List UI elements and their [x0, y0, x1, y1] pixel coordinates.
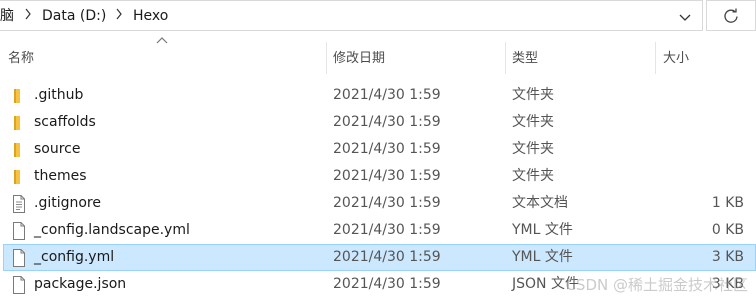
- column-divider[interactable]: [326, 42, 327, 74]
- folder-icon: [11, 141, 27, 159]
- file-name[interactable]: source: [34, 141, 81, 158]
- file-type: YML 文件: [512, 222, 573, 238]
- file-row[interactable]: scaffolds 2021/4/30 1:59 文件夹: [0, 109, 756, 136]
- file-name[interactable]: _config.yml: [34, 249, 114, 266]
- file-name[interactable]: .gitignore: [34, 195, 101, 212]
- file-date: 2021/4/30 1:59: [333, 168, 441, 184]
- file-row[interactable]: .github 2021/4/30 1:59 文件夹: [0, 82, 756, 109]
- file-date: 2021/4/30 1:59: [333, 87, 441, 103]
- breadcrumb-drive[interactable]: Data (D:): [42, 8, 106, 24]
- chevron-right-icon[interactable]: [115, 8, 123, 25]
- file-date: 2021/4/30 1:59: [333, 276, 441, 292]
- refresh-button[interactable]: [706, 0, 756, 31]
- column-header-name[interactable]: 名称: [8, 51, 34, 67]
- file-type: 文件夹: [512, 141, 554, 157]
- folder-icon: [11, 114, 27, 132]
- file-date: 2021/4/30 1:59: [333, 249, 441, 265]
- file-size: 3 KB: [711, 249, 744, 265]
- file-date: 2021/4/30 1:59: [333, 141, 441, 157]
- text-file-icon: [11, 195, 27, 213]
- refresh-icon: [724, 8, 738, 23]
- address-bar[interactable]: 脑 Data (D:) Hexo: [0, 0, 703, 31]
- file-size: 1 KB: [711, 195, 744, 211]
- file-date: 2021/4/30 1:59: [333, 114, 441, 130]
- file-list: .github 2021/4/30 1:59 文件夹 scaffolds 2021/4/…: [0, 82, 756, 298]
- file-name[interactable]: package.json: [34, 276, 126, 293]
- file-icon: [11, 249, 27, 267]
- address-bar-row: 脑 Data (D:) Hexo: [0, 0, 756, 32]
- file-date: 2021/4/30 1:59: [333, 222, 441, 238]
- column-header-row: 名称 修改日期 类型 大小: [0, 42, 756, 74]
- file-icon: [11, 276, 27, 294]
- column-header-size[interactable]: 大小: [663, 51, 689, 67]
- file-type: 文件夹: [512, 114, 554, 130]
- breadcrumb-this-pc[interactable]: 脑: [0, 8, 14, 24]
- column-header-date[interactable]: 修改日期: [333, 51, 385, 67]
- file-row[interactable]: _config.yml 2021/4/30 1:59 YML 文件 3 KB: [0, 244, 756, 271]
- column-divider[interactable]: [655, 42, 656, 74]
- folder-icon: [11, 87, 27, 105]
- file-type: 文本文档: [512, 195, 568, 211]
- file-date: 2021/4/30 1:59: [333, 195, 441, 211]
- file-name[interactable]: themes: [34, 168, 87, 185]
- file-row[interactable]: themes 2021/4/30 1:59 文件夹: [0, 163, 756, 190]
- file-icon: [11, 222, 27, 240]
- file-type: 文件夹: [512, 87, 554, 103]
- column-header-type[interactable]: 类型: [512, 51, 538, 67]
- file-name[interactable]: _config.landscape.yml: [34, 222, 190, 239]
- folder-icon: [11, 168, 27, 186]
- file-name[interactable]: scaffolds: [34, 114, 96, 131]
- file-type: 文件夹: [512, 168, 554, 184]
- chevron-down-icon[interactable]: [678, 10, 692, 24]
- file-row[interactable]: .gitignore 2021/4/30 1:59 文本文档 1 KB: [0, 190, 756, 217]
- column-divider[interactable]: [505, 42, 506, 74]
- chevron-right-icon[interactable]: [24, 8, 32, 25]
- file-row[interactable]: _config.landscape.yml 2021/4/30 1:59 YML 文…: [0, 217, 756, 244]
- file-row[interactable]: source 2021/4/30 1:59 文件夹: [0, 136, 756, 163]
- file-type: YML 文件: [512, 249, 573, 265]
- file-name[interactable]: .github: [34, 87, 83, 104]
- watermark: CSDN @稀土掘金技术社区: [565, 276, 748, 294]
- file-size: 0 KB: [711, 222, 744, 238]
- breadcrumb-hexo[interactable]: Hexo: [133, 8, 168, 24]
